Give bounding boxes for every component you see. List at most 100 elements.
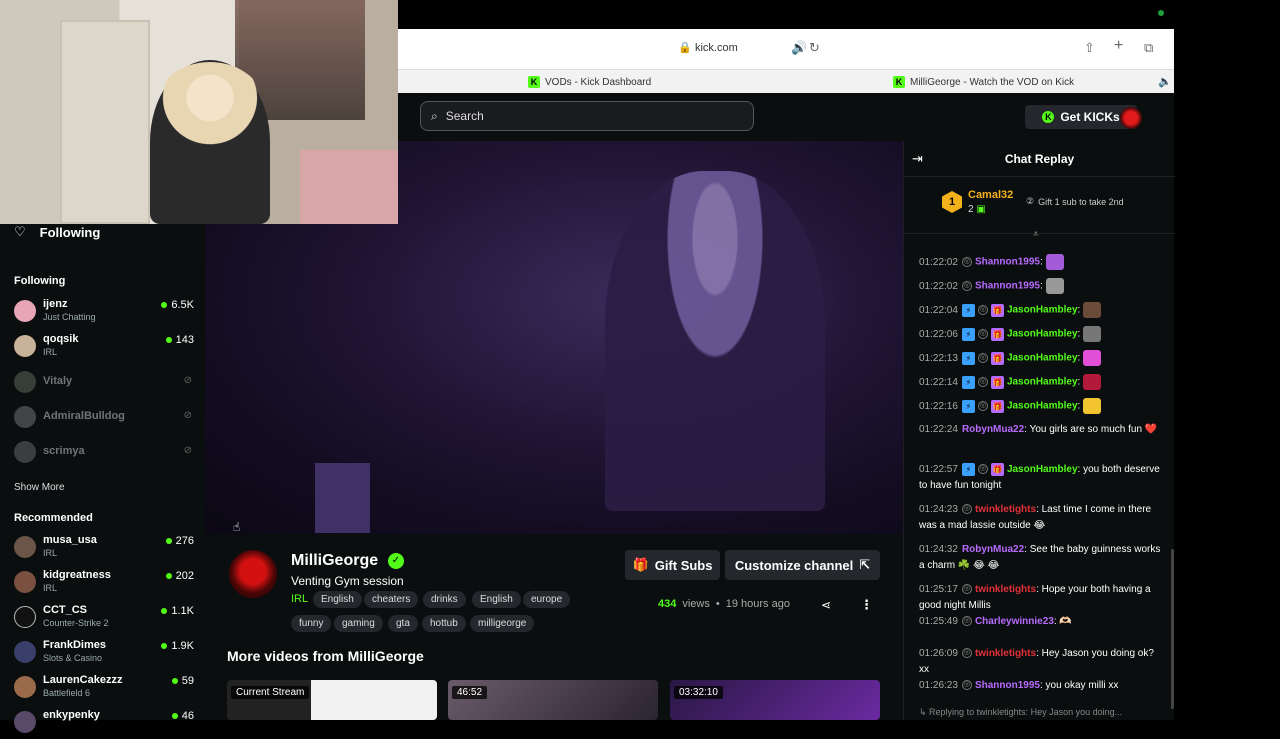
sidebar-channel-vitaly[interactable]: Vitaly ⊘	[14, 369, 194, 399]
tag[interactable]: gta	[388, 615, 418, 632]
viewer-count: 276	[165, 535, 194, 547]
channel-name: enkypenky	[43, 709, 100, 721]
viewer-count: 59	[171, 675, 194, 687]
sidebar-channel-qoqsik[interactable]: qoqsik IRL 143	[14, 333, 194, 363]
kick-logo-icon: K	[528, 76, 540, 88]
customize-channel-button[interactable]: Customize channel ⇱	[725, 550, 880, 580]
channel-name: musa_usa	[43, 534, 97, 546]
user-avatar[interactable]	[1120, 107, 1142, 129]
chat-username[interactable]: JasonHambley	[1007, 464, 1078, 475]
viewer-count-text: 1.1K	[171, 605, 194, 617]
gift-tip-icon: ②	[1026, 196, 1035, 206]
share-icon[interactable]: ⋖	[821, 598, 831, 612]
chat-username[interactable]: JasonHambley	[1007, 377, 1078, 388]
avatar	[14, 606, 36, 628]
lightning-badge-icon: ⚡	[961, 399, 975, 413]
tag[interactable]: gaming	[334, 615, 383, 632]
tag[interactable]: milligeorge	[470, 615, 535, 632]
sidebar-channel-scrimya[interactable]: scrimya ⊘	[14, 439, 194, 469]
video-thumbnail[interactable]: Current Stream	[227, 680, 437, 720]
sidebar-channel-cct-cs[interactable]: CCT_CS Counter-Strike 2 1.1K	[14, 604, 194, 634]
following-nav[interactable]: ♡ Following	[14, 224, 100, 240]
message-timestamp: 01:22:02	[919, 280, 958, 292]
sidebar-channel-kidgreatness[interactable]: kidgreatness IRL 202	[14, 569, 194, 599]
emote-icon	[1045, 278, 1064, 294]
tag[interactable]: drinks	[423, 591, 466, 608]
tag[interactable]: cheaters	[364, 591, 419, 608]
scroll-to-bottom-icon[interactable]: ⩡	[1033, 229, 1039, 240]
sidebar-channel-enkypenky[interactable]: enkypenky 46	[14, 709, 194, 739]
avatar	[14, 441, 36, 463]
tag[interactable]: europe	[523, 591, 571, 608]
gift-subs-button[interactable]: 🎁 Gift Subs	[625, 550, 720, 580]
following-section-title: Following	[14, 275, 66, 287]
stream-category[interactable]: IRL	[291, 593, 308, 605]
show-more-link[interactable]: Show More	[14, 482, 65, 493]
sidebar-channel-admiralbulldog[interactable]: AdmiralBulldog ⊘	[14, 404, 194, 434]
channel-category: IRL	[43, 347, 58, 357]
tag[interactable]: English	[313, 591, 362, 608]
search-placeholder: Search	[445, 109, 484, 123]
following-nav-label: Following	[39, 224, 101, 240]
chat-username[interactable]: twinkletights	[975, 504, 1036, 515]
video-thumbnail[interactable]: 03:32:10	[670, 680, 880, 720]
sidebar-channel-ijenz[interactable]: ijenz Just Chatting 6.5K	[14, 298, 194, 328]
chat-message: 01:22:02 ◎ Shannon1995:	[919, 254, 1164, 271]
tag[interactable]: funny	[291, 615, 332, 632]
avatar	[14, 335, 36, 357]
chat-message: 01:22:24 RobynMua22: You girls are so muc…	[919, 422, 1164, 438]
kicks-coin-icon: K	[1042, 111, 1055, 123]
more-options-icon[interactable]: ⋮	[860, 597, 873, 613]
reload-icon[interactable]: ↻	[809, 40, 820, 56]
chat-username[interactable]: twinkletights	[975, 648, 1036, 659]
gifter-badge-icon: 🎁	[990, 327, 1004, 341]
chat-username[interactable]: RobynMua22	[962, 424, 1024, 435]
chat-username[interactable]: Charleywinnie23	[975, 616, 1054, 627]
channel-avatar[interactable]	[229, 550, 277, 598]
avatar	[14, 300, 36, 322]
chat-username[interactable]: JasonHambley	[1007, 329, 1078, 340]
sidebar-channel-musa-usa[interactable]: musa_usa IRL 276	[14, 534, 194, 564]
viewer-count: 202	[165, 570, 194, 582]
message-timestamp: 01:22:57	[919, 464, 958, 475]
chat-username[interactable]: RobynMua22	[962, 544, 1024, 555]
subscriber-badge-icon: ◎	[977, 377, 988, 387]
reply-preview[interactable]: ↳ Replying to twinkletights: Hey Jason y…	[919, 707, 1122, 718]
external-link-icon: ⇱	[859, 557, 871, 572]
video-thumbnail[interactable]: 46:52	[448, 680, 658, 720]
new-tab-icon[interactable]: +	[1114, 37, 1123, 55]
webcam-door	[60, 20, 150, 224]
chat-username[interactable]: Shannon1995	[975, 680, 1040, 691]
subscriber-badge-icon: ◎	[977, 353, 988, 363]
tab-title: MilliGeorge - Watch the VOD on Kick	[910, 76, 1075, 88]
chat-username[interactable]: JasonHambley	[1007, 401, 1078, 412]
chat-username[interactable]: Shannon1995	[975, 281, 1040, 292]
tab-vods-dashboard[interactable]: K VODs - Kick Dashboard	[528, 70, 651, 94]
gift-small-icon: ▣	[976, 204, 986, 215]
chat-username[interactable]: twinkletights	[975, 584, 1036, 595]
channel-name[interactable]: MilliGeorge	[291, 552, 378, 570]
tab-audio-icon[interactable]: 🔈	[1158, 75, 1172, 88]
chat-scrollbar[interactable]	[1171, 549, 1174, 709]
speaker-icon[interactable]: 🔊	[791, 40, 807, 56]
sidebar-channel-frankdimes[interactable]: FrankDimes Slots & Casino 1.9K	[14, 639, 194, 669]
emote-icon	[1083, 326, 1102, 342]
tag[interactable]: hottub	[422, 615, 466, 632]
sidebar-channel-laurencakezzz[interactable]: LaurenCakezzz Battlefield 6 59	[14, 674, 194, 704]
search-icon: ⌕	[431, 108, 438, 123]
top-gifter-name[interactable]: Camal32	[968, 189, 1013, 201]
chat-username[interactable]: JasonHambley	[1007, 353, 1078, 364]
share-icon[interactable]: ⇧	[1084, 40, 1095, 56]
viewer-count-text: 143	[175, 334, 194, 346]
tag[interactable]: English	[472, 591, 521, 608]
tab-milligeorge-vod[interactable]: K MilliGeorge - Watch the VOD on Kick	[893, 70, 1074, 94]
chat-username[interactable]: Shannon1995	[975, 257, 1040, 268]
search-input[interactable]: ⌕ Search	[420, 101, 754, 131]
viewer-count: 46	[171, 710, 194, 722]
tab-overview-icon[interactable]: ⧉	[1144, 40, 1153, 56]
browser-address-bar[interactable]: 🔒 kick.com 🔊 ↻ ⇧ + ⧉	[398, 29, 1174, 69]
lightning-badge-icon: ⚡	[961, 462, 975, 476]
channel-category: Just Chatting	[43, 312, 96, 322]
avatar	[14, 676, 36, 698]
chat-username[interactable]: JasonHambley	[1007, 305, 1078, 316]
